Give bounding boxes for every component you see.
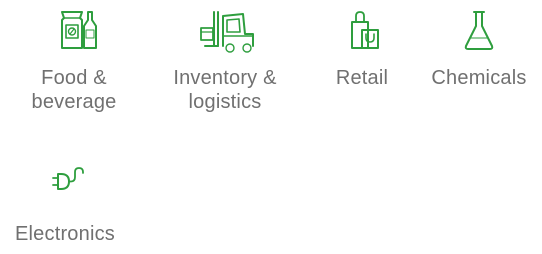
industry-chemicals[interactable]: Chemicals — [422, 8, 536, 90]
food-beverage-icon — [42, 8, 106, 54]
industry-retail[interactable]: Retail — [322, 8, 402, 90]
industry-label-line1: Chemicals — [431, 67, 527, 89]
industry-grid: Food & beverage Inventory & logistics Re… — [0, 0, 542, 254]
industry-label-line1: Inventory & — [173, 67, 277, 89]
industry-label-line1: Retail — [335, 67, 389, 89]
flask-icon — [459, 8, 499, 54]
industry-electronics[interactable]: Electronics — [0, 160, 130, 246]
industry-label-line2: logistics — [188, 91, 262, 113]
industry-label-line1: Food & — [41, 67, 107, 89]
industry-food-beverage[interactable]: Food & beverage — [10, 8, 138, 114]
industry-label-line2: beverage — [31, 91, 117, 113]
industry-inventory-logistics[interactable]: Inventory & logistics — [160, 8, 290, 114]
plug-icon — [37, 160, 93, 200]
industry-label-line1: Electronics — [14, 223, 115, 245]
forklift-icon — [185, 8, 265, 54]
shopping-bag-icon — [334, 8, 390, 54]
